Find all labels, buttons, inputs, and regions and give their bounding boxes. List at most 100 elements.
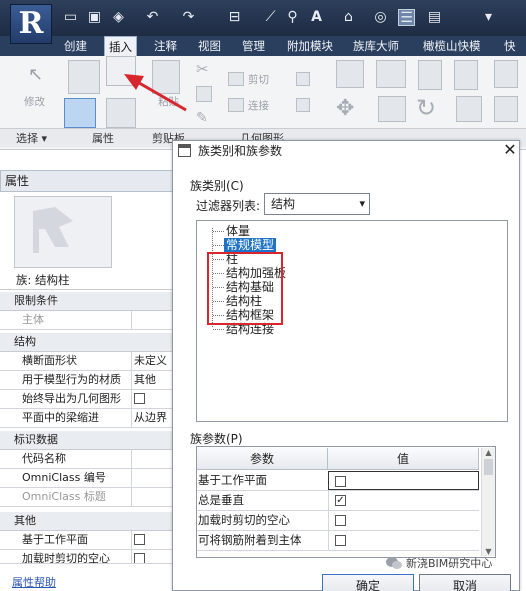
cut-icon[interactable]: [228, 72, 244, 86]
prop-row-cut-voids[interactable]: 加载时剪切的空心: [0, 550, 175, 564]
modify-label[interactable]: 修改: [24, 94, 45, 109]
family-category-icon[interactable]: [106, 56, 136, 86]
checkbox[interactable]: [134, 533, 145, 545]
rotate-icon[interactable]: ↻: [416, 94, 446, 124]
redo-icon[interactable]: ↷: [180, 9, 197, 26]
scissors-icon[interactable]: ✂: [196, 60, 212, 78]
column-header-parameter[interactable]: 参数: [197, 448, 328, 470]
prop-checkbox-cell[interactable]: [131, 390, 175, 408]
connect-icon[interactable]: [228, 98, 244, 112]
close-icon[interactable]: ✕: [500, 140, 520, 160]
section-constraints[interactable]: 限制条件: [0, 292, 175, 311]
align-icon[interactable]: [336, 60, 364, 88]
prop-row-code-name[interactable]: 代码名称: [0, 450, 175, 469]
text-icon[interactable]: A: [308, 9, 325, 26]
trim-icon[interactable]: [456, 96, 482, 122]
open-icon[interactable]: ▭: [62, 9, 79, 26]
dropdown-icon[interactable]: ▾: [480, 9, 497, 26]
move-icon[interactable]: ✥: [336, 96, 366, 122]
undo-icon[interactable]: ↶: [144, 9, 161, 26]
tab-olive-quick-model[interactable]: 橄榄山快模: [423, 36, 481, 56]
checkbox[interactable]: [335, 476, 346, 487]
prop-row-omniclass-number[interactable]: OmniClass 编号: [0, 469, 175, 488]
match-icon[interactable]: ✎: [196, 110, 212, 126]
paste-label[interactable]: 粘贴: [158, 94, 179, 109]
paste-icon[interactable]: [152, 60, 180, 94]
sync-icon[interactable]: ◈: [110, 9, 127, 26]
close-hidden-icon[interactable]: ▤: [426, 9, 443, 26]
checkbox[interactable]: [134, 392, 145, 404]
section-other[interactable]: 其他: [0, 512, 175, 531]
scroll-up-icon[interactable]: ▲: [482, 448, 495, 457]
mirror-axis-icon[interactable]: [418, 60, 442, 90]
tab-addins[interactable]: 附加模块: [287, 36, 333, 56]
tab-family-library[interactable]: 族库大师: [353, 36, 399, 56]
scroll-thumb[interactable]: [484, 459, 493, 475]
prop-value[interactable]: [131, 450, 175, 468]
prop-row-material-behavior[interactable]: 用于模型行为的材质 其他: [0, 371, 175, 390]
array-icon[interactable]: [494, 96, 518, 122]
prop-value[interactable]: 其他: [131, 371, 175, 389]
connect-label[interactable]: 连接: [248, 98, 269, 113]
copy-icon[interactable]: [196, 86, 212, 102]
param-row[interactable]: 总是垂直 ✓: [197, 491, 479, 511]
application-menu-button[interactable]: R: [10, 4, 52, 44]
ok-button[interactable]: 确定: [322, 574, 414, 591]
dimension-icon[interactable]: ⟋: [262, 9, 279, 26]
param-value-cell[interactable]: ✓: [328, 491, 479, 510]
tab-overflow[interactable]: 快: [504, 36, 516, 56]
group-select[interactable]: 选择 ▾: [16, 130, 47, 146]
mirror-draw-icon[interactable]: [454, 60, 478, 90]
prop-row-beam-cutback[interactable]: 平面中的梁缩进 从边界: [0, 409, 175, 428]
copy-element-icon[interactable]: [378, 96, 406, 122]
tab-view[interactable]: 视图: [198, 36, 221, 56]
tree-item-generic-model[interactable]: 常规模型: [224, 238, 277, 253]
split-icon[interactable]: [494, 60, 518, 88]
cursor-icon[interactable]: ↖: [28, 64, 44, 85]
prop-row-work-plane-based[interactable]: 基于工作平面: [0, 531, 175, 550]
checkbox-checked[interactable]: ✓: [335, 495, 346, 506]
tag-icon[interactable]: ⚲: [284, 9, 301, 26]
measure-icon[interactable]: ⊟: [226, 9, 243, 26]
family-type-selector[interactable]: 族: 结构柱: [0, 270, 175, 290]
prop-checkbox-cell[interactable]: [131, 531, 175, 549]
section-identity-data[interactable]: 标识数据: [0, 431, 175, 450]
prop-checkbox-cell[interactable]: [131, 550, 175, 563]
cancel-button[interactable]: 取消: [419, 574, 511, 591]
type-properties-icon[interactable]: [106, 98, 136, 128]
section-icon[interactable]: ◎: [372, 9, 389, 26]
properties-icon[interactable]: [64, 98, 96, 128]
param-row[interactable]: 基于工作平面: [197, 471, 479, 491]
prop-value[interactable]: [131, 469, 175, 487]
prop-value[interactable]: 未定义: [131, 352, 175, 370]
tab-insert[interactable]: 插入: [104, 36, 137, 56]
cut-label[interactable]: 剪切: [248, 72, 269, 87]
offset-icon[interactable]: [376, 60, 406, 88]
prop-row-omniclass-title[interactable]: OmniClass 标题: [0, 488, 175, 507]
family-types-icon[interactable]: [68, 60, 100, 94]
param-value-cell[interactable]: [328, 511, 479, 530]
properties-help-link[interactable]: 属性帮助: [12, 574, 56, 590]
thin-lines-icon[interactable]: ☰: [398, 9, 415, 26]
param-row[interactable]: 可将钢筋附着到主体: [197, 531, 479, 551]
checkbox[interactable]: [335, 535, 346, 546]
param-row[interactable]: 加载时剪切的空心: [197, 511, 479, 531]
3d-view-icon[interactable]: ⌂: [340, 9, 357, 26]
tab-create[interactable]: 创建: [64, 36, 87, 56]
prop-value[interactable]: [131, 488, 175, 506]
save-icon[interactable]: ▣: [86, 9, 103, 26]
params-scrollbar[interactable]: ▲ ▼: [481, 448, 495, 556]
tab-manage[interactable]: 管理: [242, 36, 265, 56]
tree-item-mass[interactable]: 体量: [226, 224, 250, 239]
prop-row-host[interactable]: 主体: [0, 311, 175, 330]
checkbox[interactable]: [134, 552, 145, 563]
prop-value[interactable]: 从边界: [131, 409, 175, 427]
filter-list-select[interactable]: 结构 ▾: [264, 193, 370, 215]
column-header-value[interactable]: 值: [328, 448, 479, 470]
geometry-icon-a[interactable]: [296, 72, 310, 86]
prop-value[interactable]: [131, 311, 175, 329]
param-value-cell[interactable]: [328, 531, 479, 550]
checkbox[interactable]: [335, 515, 346, 526]
geometry-icon-b[interactable]: [296, 98, 310, 112]
tab-annotate[interactable]: 注释: [154, 36, 177, 56]
